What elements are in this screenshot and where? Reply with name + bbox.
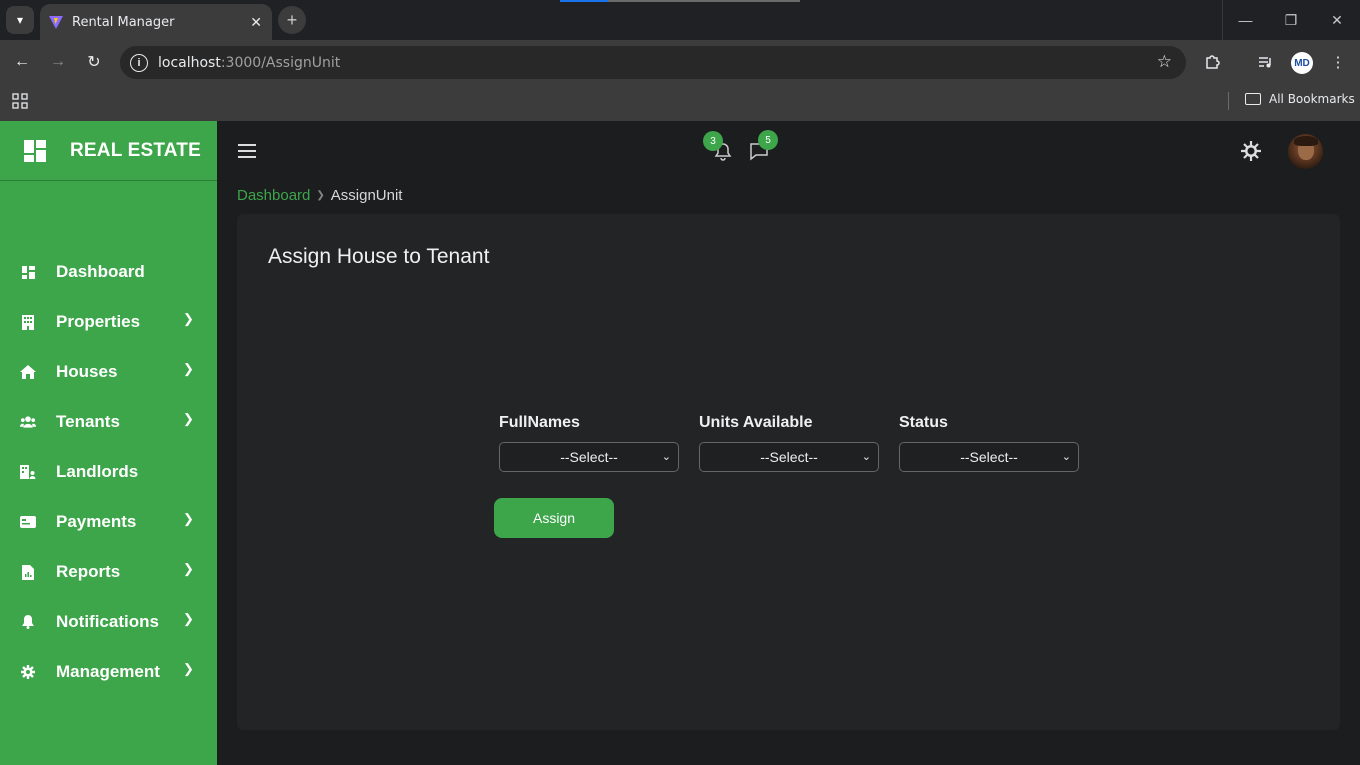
bookmarks-bar: All Bookmarks [0,84,1360,121]
units-available-select[interactable]: --Select-- ⌄ [699,442,879,472]
url-text: localhost:3000/AssignUnit [158,55,340,71]
sidebar-item-label: Notifications [56,612,159,631]
sidebar-item-dashboard[interactable]: Dashboard [0,247,217,297]
minimize-window-button[interactable]: — [1222,0,1268,40]
browser-toolbar: ← → ↻ i localhost:3000/AssignUnit ☆ ⋮ [0,40,1360,84]
sidebar-item-label: Properties [56,312,141,331]
fullnames-select-value: --Select-- [560,449,618,465]
gear-icon [20,664,36,680]
status-select[interactable]: --Select-- ⌄ [899,442,1079,472]
sidebar-item-label: Management [56,662,160,681]
address-bar[interactable]: i localhost:3000/AssignUnit ☆ [120,46,1186,79]
status-field: Status --Select-- ⌄ [899,414,1079,472]
assign-unit-card: Assign House to Tenant FullNames --Selec… [237,214,1340,730]
tab-search-button[interactable]: ▾ [6,6,34,34]
bell-icon [20,614,36,630]
sidebar-item-landlords[interactable]: Landlords [0,447,217,497]
sidebar-item-properties[interactable]: Properties ❯ [0,297,217,347]
sidebar-item-label: Payments [56,512,137,531]
brand-name: REAL ESTATE [70,139,201,161]
sidebar-nav: Dashboard Properties ❯ Houses ❯ Tenants … [0,247,217,697]
chevron-down-icon: ⌄ [1061,451,1071,463]
chevron-down-icon: ⌄ [861,451,871,463]
media-control-icon[interactable] [1253,50,1277,74]
sidebar-item-houses[interactable]: Houses ❯ [0,347,217,397]
browser-tab[interactable]: Rental Manager ✕ [40,4,272,40]
bookmark-star-icon[interactable]: ☆ [1157,52,1172,72]
users-icon [20,414,36,430]
sidebar-item-reports[interactable]: Reports ❯ [0,547,217,597]
user-avatar[interactable] [1288,134,1323,169]
report-icon [20,564,36,580]
all-bookmarks-label: All Bookmarks [1269,92,1355,106]
chevron-right-icon: ❯ [183,611,194,626]
sidebar-item-label: Tenants [56,412,120,431]
home-icon [20,364,36,380]
chevron-down-icon: ⌄ [661,451,671,463]
notification-count-badge: 3 [703,131,723,151]
payment-card-icon [20,514,36,530]
tab-title: Rental Manager [72,14,175,30]
brand[interactable]: REAL ESTATE [0,121,217,181]
tab-close-icon[interactable]: ✕ [250,14,262,31]
back-icon[interactable]: ← [8,48,36,76]
all-bookmarks-button[interactable]: All Bookmarks [1245,92,1355,106]
dashboard-logo-icon [24,139,46,162]
browser-tab-strip: ▾ Rental Manager ✕ + — ❐ ✕ [0,0,1360,40]
chevron-right-icon: ❯ [183,661,194,676]
status-select-value: --Select-- [960,449,1018,465]
reload-icon[interactable]: ↻ [80,48,108,76]
apps-grid-icon[interactable] [12,93,28,109]
sidebar-item-label: Houses [56,362,118,381]
sidebar-item-tenants[interactable]: Tenants ❯ [0,397,217,447]
assign-button[interactable]: Assign [494,498,614,538]
new-tab-button[interactable]: + [278,6,306,34]
breadcrumb-current: AssignUnit [330,187,403,204]
fullnames-select[interactable]: --Select-- ⌄ [499,442,679,472]
breadcrumb: Dashboard ❯ AssignUnit [237,187,402,204]
site-info-icon[interactable]: i [130,53,148,72]
sidebar: REAL ESTATE Dashboard Properties ❯ House… [0,121,217,765]
sidebar-item-label: Reports [56,562,121,581]
units-available-label: Units Available [699,414,813,431]
page-load-indicator [560,0,800,2]
main-content: 3 5 Dashboard ❯ AssignUnit Assign House … [217,121,1360,765]
chevron-right-icon: ❯ [183,511,194,526]
fullnames-label: FullNames [499,414,580,431]
folder-icon [1245,93,1261,105]
chevron-right-icon: ❯ [183,361,194,376]
message-count-badge: 5 [758,130,778,150]
chevron-right-icon: ❯ [183,561,194,576]
units-available-select-value: --Select-- [760,449,818,465]
fullnames-field: FullNames --Select-- ⌄ [499,414,679,472]
bookmarks-divider [1228,92,1229,110]
chevron-right-icon: ❯ [316,190,325,201]
breadcrumb-dashboard-link[interactable]: Dashboard [237,187,310,204]
chevron-right-icon: ❯ [183,411,194,426]
sidebar-item-label: Dashboard [56,262,145,281]
restore-window-button[interactable]: ❐ [1268,0,1314,40]
close-window-button[interactable]: ✕ [1314,0,1360,40]
sidebar-item-notifications[interactable]: Notifications ❯ [0,597,217,647]
page-title: Assign House to Tenant [268,245,490,268]
forward-icon[interactable]: → [44,48,72,76]
status-label: Status [899,414,948,431]
units-available-field: Units Available --Select-- ⌄ [699,414,879,472]
browser-menu-icon[interactable]: ⋮ [1326,50,1350,74]
landlord-icon [20,464,36,480]
dashboard-icon [20,264,36,280]
url-path: :3000/AssignUnit [220,54,341,71]
building-icon [20,314,36,330]
menu-toggle-icon[interactable] [238,144,256,158]
sidebar-item-management[interactable]: Management ❯ [0,647,217,697]
extensions-icon[interactable] [1200,50,1224,74]
theme-toggle-sun-icon[interactable] [1241,141,1261,161]
sidebar-item-payments[interactable]: Payments ❯ [0,497,217,547]
sidebar-item-label: Landlords [56,462,139,481]
vite-favicon-icon [49,16,63,29]
browser-profile-avatar[interactable]: MD [1291,52,1313,74]
chevron-right-icon: ❯ [183,311,194,326]
url-host: localhost [158,54,221,71]
